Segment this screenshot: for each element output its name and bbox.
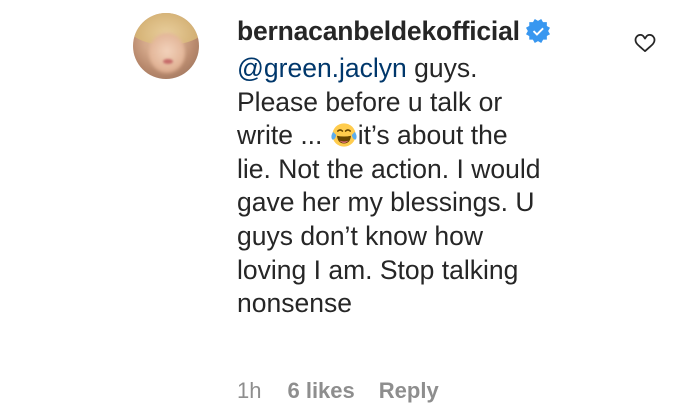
reply-button[interactable]: Reply [379,378,439,404]
timestamp[interactable]: 1h [237,378,261,404]
avatar-face [149,33,185,73]
avatar[interactable] [133,13,199,79]
comment-line-1: @green.jaclyn guys. [237,52,597,86]
comment-line-2: Please before u talk or [237,86,503,117]
comment-line-8: nonsense [237,288,352,319]
comment-line-3: write ... it’s about the [237,119,597,153]
username-row: bernacanbeldekofficial [237,14,550,48]
comment-text-segment: write ... [237,120,330,151]
comment-line-7: loving I am. Stop talking [237,254,519,285]
username-link[interactable]: bernacanbeldekofficial [237,16,520,47]
face-with-tears-of-joy-icon [331,123,357,147]
comment-text: @green.jaclyn guys. Please before u talk… [237,52,597,321]
avatar-lips [163,59,173,64]
comment-meta: 1h 6 likes Reply [237,378,439,404]
verified-badge-icon [525,19,550,43]
comment-text-segment: guys. [406,53,478,83]
comment: bernacanbeldekofficial @green.jaclyn guy… [0,0,680,418]
heart-outline-icon[interactable] [633,31,657,55]
comment-text-segment: it’s about the [357,120,508,151]
comment-line-5: gave her my blessings. U [237,187,535,218]
comment-line-4: lie. Not the action. I would [237,153,541,184]
likes-count-button[interactable]: 6 likes [287,378,354,404]
mention-link[interactable]: @green.jaclyn [237,53,407,83]
comment-line-6: guys don’t know how [237,220,484,251]
